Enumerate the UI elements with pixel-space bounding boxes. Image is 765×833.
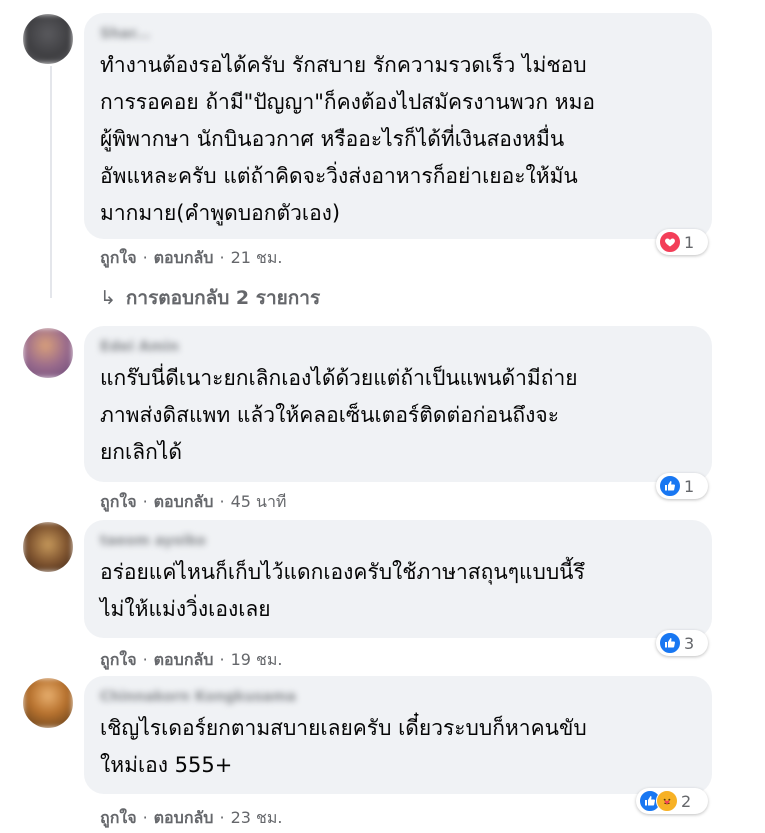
- avatar[interactable]: [23, 522, 73, 572]
- separator: ·: [219, 248, 225, 267]
- comment-text: เชิญไรเดอร์ยกตามสบายเลยครับ เดี๋ยวระบบก็…: [100, 716, 587, 777]
- thread-line: [50, 66, 52, 298]
- comment-author[interactable]: taeom ayoiko: [100, 530, 696, 552]
- avatar[interactable]: [23, 678, 73, 728]
- reply-button[interactable]: ตอบกลับ: [154, 650, 214, 669]
- heart-icon: [659, 231, 681, 253]
- like-button[interactable]: ถูกใจ: [100, 492, 137, 511]
- comment-actions: ถูกใจ · ตอบกลับ · 45 นาที: [100, 490, 286, 515]
- care-face-icon: [656, 790, 678, 812]
- separator: ·: [142, 650, 148, 669]
- thumbs-up-icon: [659, 632, 681, 654]
- reaction-count: 1: [684, 476, 695, 496]
- like-button[interactable]: ถูกใจ: [100, 248, 137, 267]
- comment-text: ทำงานต้องรอได้ครับ รักสบาย รักความรวดเร็…: [100, 53, 596, 225]
- separator: ·: [219, 492, 225, 511]
- comment-time[interactable]: 23 ชม.: [231, 808, 283, 827]
- comment-time[interactable]: 21 ชม.: [231, 248, 283, 267]
- comment-actions: ถูกใจ · ตอบกลับ · 19 ชม.: [100, 648, 283, 673]
- reaction-summary[interactable]: 1: [656, 229, 708, 255]
- reply-arrow-icon: ↳: [100, 287, 116, 309]
- comment-bubble: Shar... ทำงานต้องรอได้ครับ รักสบาย รักคว…: [84, 13, 712, 239]
- reply-button[interactable]: ตอบกลับ: [154, 248, 214, 267]
- reaction-summary[interactable]: 3: [656, 630, 708, 656]
- reaction-count: 1: [684, 232, 695, 252]
- avatar[interactable]: [23, 14, 73, 64]
- separator: ·: [142, 808, 148, 827]
- reply-button[interactable]: ตอบกลับ: [154, 492, 214, 511]
- comment-bubble: Chinnakorn Kongkusama เชิญไรเดอร์ยกตามสบ…: [84, 676, 712, 794]
- comment-author[interactable]: Shar...: [100, 23, 696, 45]
- comment-actions: ถูกใจ · ตอบกลับ · 23 ชม.: [100, 806, 283, 831]
- comment-time[interactable]: 19 ชม.: [231, 650, 283, 669]
- comment-bubble: Edei Amin แกร๊บนี่ดีเนาะยกเลิกเองได้ด้วย…: [84, 326, 712, 482]
- separator: ·: [142, 492, 148, 511]
- comment-author[interactable]: Edei Amin: [100, 336, 696, 358]
- like-button[interactable]: ถูกใจ: [100, 650, 137, 669]
- separator: ·: [219, 808, 225, 827]
- avatar[interactable]: [23, 328, 73, 378]
- separator: ·: [219, 650, 225, 669]
- comment-author[interactable]: Chinnakorn Kongkusama: [100, 686, 696, 708]
- like-button[interactable]: ถูกใจ: [100, 808, 137, 827]
- comment-time[interactable]: 45 นาที: [231, 492, 287, 511]
- reply-button[interactable]: ตอบกลับ: [154, 808, 214, 827]
- reaction-count: 2: [681, 791, 692, 811]
- thumbs-up-icon: [659, 475, 681, 497]
- view-replies-label: การตอบกลับ 2 รายการ: [125, 287, 321, 309]
- comment-bubble: taeom ayoiko อร่อยแค่ไหนก็เก็บไว้แดกเองค…: [84, 520, 712, 638]
- reaction-summary[interactable]: 2: [636, 788, 708, 814]
- comment-text: อร่อยแค่ไหนก็เก็บไว้แดกเองครับใช้ภาษาสถุ…: [100, 560, 585, 621]
- comment-actions: ถูกใจ · ตอบกลับ · 21 ชม.: [100, 246, 283, 271]
- separator: ·: [142, 248, 148, 267]
- view-replies-link[interactable]: ↳ การตอบกลับ 2 รายการ: [100, 283, 320, 313]
- reaction-count: 3: [684, 633, 695, 653]
- reaction-summary[interactable]: 1: [656, 473, 708, 499]
- comment-text: แกร๊บนี่ดีเนาะยกเลิกเองได้ด้วยแต่ถ้าเป็น…: [100, 366, 578, 464]
